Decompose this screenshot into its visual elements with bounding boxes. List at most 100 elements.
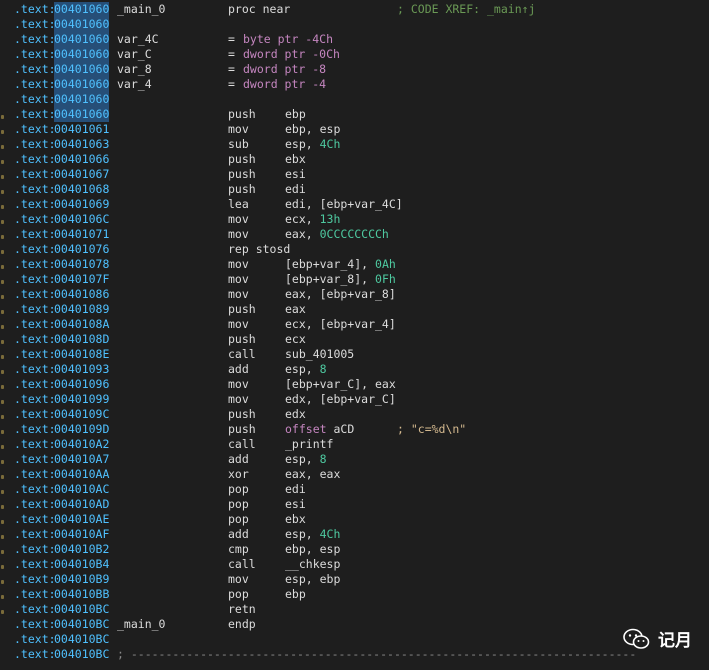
code-line[interactable]: .text: 00401078 mov [ebp+var_4], 0Ah: [0, 257, 709, 272]
operand[interactable]: esp, 4Ch: [285, 527, 340, 542]
code-line[interactable]: .text: 004010B9 mov esp, ebp: [0, 572, 709, 587]
code-line[interactable]: .text: 00401060 var_4C = byte ptr -4Ch: [0, 32, 709, 47]
operand[interactable]: edi: [285, 182, 306, 197]
address[interactable]: 00401061: [54, 122, 109, 137]
operand[interactable]: edx, [ebp+var_C]: [285, 392, 396, 407]
address[interactable]: 00401060: [54, 17, 110, 32]
address[interactable]: 00401086: [54, 287, 109, 302]
code-line[interactable]: .text: 00401060 push ebp: [0, 107, 709, 122]
address[interactable]: 00401067: [54, 167, 109, 182]
address[interactable]: 0040106C: [54, 212, 109, 227]
operand[interactable]: ebx: [285, 152, 306, 167]
code-line[interactable]: .text: 00401060 var_4 = dword ptr -4: [0, 77, 709, 92]
symbol-label[interactable]: var_4: [117, 77, 152, 92]
address[interactable]: 0040108E: [54, 347, 109, 362]
address[interactable]: 0040109C: [54, 407, 109, 422]
address[interactable]: 004010BC: [54, 602, 109, 617]
operand[interactable]: __chkesp: [285, 557, 340, 572]
operand[interactable]: esp, ebp: [285, 572, 340, 587]
operand[interactable]: esi: [285, 497, 306, 512]
code-line[interactable]: .text: 00401071 mov eax, 0CCCCCCCCh: [0, 227, 709, 242]
code-line[interactable]: .text: 004010AA xor eax, eax: [0, 467, 709, 482]
code-line[interactable]: .text: 00401060 var_8 = dword ptr -8: [0, 62, 709, 77]
address[interactable]: 004010AC: [54, 482, 109, 497]
code-line[interactable]: .text: 004010A7 add esp, 8: [0, 452, 709, 467]
symbol-label[interactable]: var_4C: [117, 32, 159, 47]
code-line[interactable]: .text: 004010AE pop ebx: [0, 512, 709, 527]
address[interactable]: 00401060: [54, 107, 110, 122]
address[interactable]: 00401060: [54, 92, 110, 107]
address[interactable]: 004010A7: [54, 452, 109, 467]
operand[interactable]: esp, 8: [285, 452, 327, 467]
address[interactable]: 0040108A: [54, 317, 109, 332]
address[interactable]: 004010A2: [54, 437, 109, 452]
address[interactable]: 00401060: [54, 2, 110, 17]
code-line[interactable]: .text: 00401060: [0, 92, 709, 107]
operand[interactable]: esp, 8: [285, 362, 327, 377]
code-line[interactable]: .text: 0040107F mov [ebp+var_8], 0Fh: [0, 272, 709, 287]
address[interactable]: 004010AA: [54, 467, 109, 482]
address[interactable]: 0040109D: [54, 422, 109, 437]
address[interactable]: 00401063: [54, 137, 109, 152]
code-line[interactable]: .text: 00401060 _main_0 proc near ; CODE XRE…: [0, 2, 709, 17]
code-line[interactable]: .text: 004010B2 cmp ebp, esp: [0, 542, 709, 557]
code-line[interactable]: .text: 0040108A mov ecx, [ebp+var_4]: [0, 317, 709, 332]
disassembly-listing[interactable]: .text: 00401060 _main_0 proc near; CODE XRE…: [0, 2, 709, 662]
operand[interactable]: eax, 0CCCCCCCCh: [285, 227, 389, 242]
code-line[interactable]: .text: 004010AF add esp, 4Ch: [0, 527, 709, 542]
operand[interactable]: ebp, esp: [285, 542, 340, 557]
code-line[interactable]: .text: 0040106C mov ecx, 13h: [0, 212, 709, 227]
operand[interactable]: edi: [285, 482, 306, 497]
address[interactable]: 0040108D: [54, 332, 109, 347]
address[interactable]: 00401060: [54, 77, 110, 92]
operand[interactable]: edx: [285, 407, 306, 422]
address[interactable]: 004010B4: [54, 557, 109, 572]
address[interactable]: 004010B2: [54, 542, 109, 557]
address[interactable]: 00401078: [54, 257, 109, 272]
code-line[interactable]: .text: 0040109C push edx: [0, 407, 709, 422]
code-line[interactable]: .text: 004010B4 call __chkesp: [0, 557, 709, 572]
operand[interactable]: esi: [285, 167, 306, 182]
symbol-label[interactable]: var_8: [117, 62, 152, 77]
code-line[interactable]: .text: 004010A2 call _printf: [0, 437, 709, 452]
address[interactable]: 0040107F: [54, 272, 109, 287]
code-line[interactable]: .text: 004010BC: [0, 632, 709, 647]
address[interactable]: 00401069: [54, 197, 109, 212]
code-line[interactable]: .text: 004010BB pop ebp: [0, 587, 709, 602]
address[interactable]: 00401096: [54, 377, 109, 392]
code-line[interactable]: .text: 00401069 lea edi, [ebp+var_4C]: [0, 197, 709, 212]
code-line[interactable]: .text: 004010BC ; ------------------------…: [0, 647, 709, 662]
operand[interactable]: ebp: [285, 107, 306, 122]
operand[interactable]: ebx: [285, 512, 306, 527]
operand[interactable]: [ebp+var_4], 0Ah: [285, 257, 396, 272]
address[interactable]: 004010AF: [54, 527, 109, 542]
address[interactable]: 00401071: [54, 227, 109, 242]
operand[interactable]: ecx, 13h: [285, 212, 340, 227]
code-line[interactable]: .text: 004010AC pop edi: [0, 482, 709, 497]
address[interactable]: 004010BC: [54, 617, 109, 632]
code-line[interactable]: .text: 00401089 push eax: [0, 302, 709, 317]
code-line[interactable]: .text: 00401063 sub esp, 4Ch: [0, 137, 709, 152]
address[interactable]: 004010BC: [54, 647, 109, 662]
symbol-label[interactable]: var_C: [117, 47, 152, 62]
address[interactable]: 00401060: [54, 32, 110, 47]
address[interactable]: 00401089: [54, 302, 109, 317]
address[interactable]: 00401060: [54, 62, 110, 77]
operand[interactable]: eax, eax: [285, 467, 340, 482]
operand[interactable]: ebp, esp: [285, 122, 340, 137]
symbol-label[interactable]: _main_0: [117, 2, 165, 17]
address[interactable]: 00401066: [54, 152, 109, 167]
code-line[interactable]: .text: 0040109D push offset aCD ; "c=%d\n": [0, 422, 709, 437]
operand[interactable]: edi, [ebp+var_4C]: [285, 197, 403, 212]
operand[interactable]: offset aCD: [285, 422, 354, 437]
address[interactable]: 00401093: [54, 362, 109, 377]
code-line[interactable]: .text: 00401076 rep stosd: [0, 242, 709, 257]
operand[interactable]: eax, [ebp+var_8]: [285, 287, 396, 302]
code-line[interactable]: .text: 00401099 mov edx, [ebp+var_C]: [0, 392, 709, 407]
address[interactable]: 00401060: [54, 47, 110, 62]
code-line[interactable]: .text: 00401086 mov eax, [ebp+var_8]: [0, 287, 709, 302]
operand[interactable]: ecx: [285, 332, 306, 347]
code-line[interactable]: .text: 0040108E call sub_401005: [0, 347, 709, 362]
code-line[interactable]: .text: 00401096 mov [ebp+var_C], eax: [0, 377, 709, 392]
code-line[interactable]: .text: 00401061 mov ebp, esp: [0, 122, 709, 137]
